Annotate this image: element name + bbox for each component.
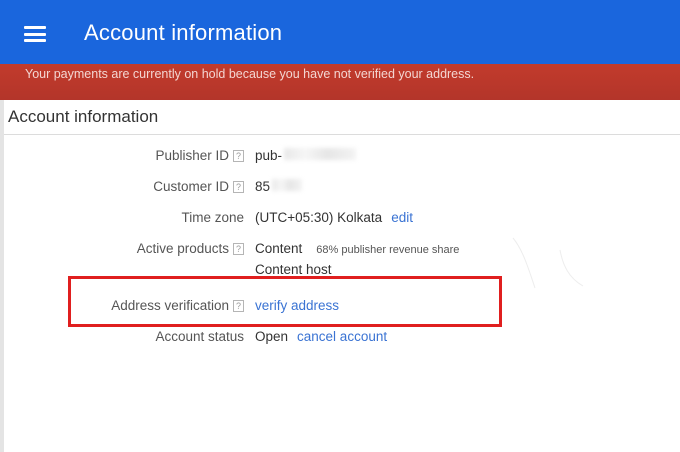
red-highlight-annotation — [68, 276, 502, 327]
card-title: Account information — [8, 107, 159, 126]
customer-id-value: 85 — [255, 179, 271, 194]
time-zone-value: (UTC+05:30) Kolkata — [255, 210, 383, 225]
publisher-id-value: pub- — [255, 148, 283, 163]
time-zone-label: Time zone — [181, 210, 244, 225]
publisher-id-row: Publisher ID ? pub- — [4, 148, 680, 168]
account-status-value: Open — [255, 329, 289, 344]
revenue-share-note: 68% publisher revenue share — [316, 244, 460, 256]
account-status-row: Account status Open cancel account — [4, 329, 680, 349]
card-divider — [4, 134, 680, 135]
customer-id-row: Customer ID ? 85 — [4, 179, 680, 199]
account-status-label: Account status — [155, 329, 244, 344]
cancel-account-link[interactable]: cancel account — [297, 329, 387, 344]
scribble-mark — [509, 233, 606, 317]
customer-id-label: Customer ID — [153, 179, 229, 194]
menu-icon[interactable] — [24, 26, 46, 42]
alert-message: Your payments are currently on hold beca… — [25, 67, 475, 81]
payment-hold-alert: Your payments are currently on hold beca… — [0, 64, 680, 100]
publisher-id-label: Publisher ID — [155, 148, 229, 163]
help-icon[interactable]: ? — [233, 149, 244, 162]
top-app-bar: Account information — [0, 0, 680, 68]
active-product-content-host: Content host — [255, 262, 332, 277]
help-icon[interactable]: ? — [233, 180, 244, 193]
active-products-label: Active products — [136, 241, 229, 256]
edit-time-zone-link[interactable]: edit — [391, 210, 413, 225]
redacted-blur — [284, 148, 357, 160]
page-title: Account information — [84, 20, 283, 45]
help-icon[interactable]: ? — [233, 242, 244, 255]
active-product-content: Content — [255, 241, 303, 256]
redacted-blur — [272, 179, 303, 191]
